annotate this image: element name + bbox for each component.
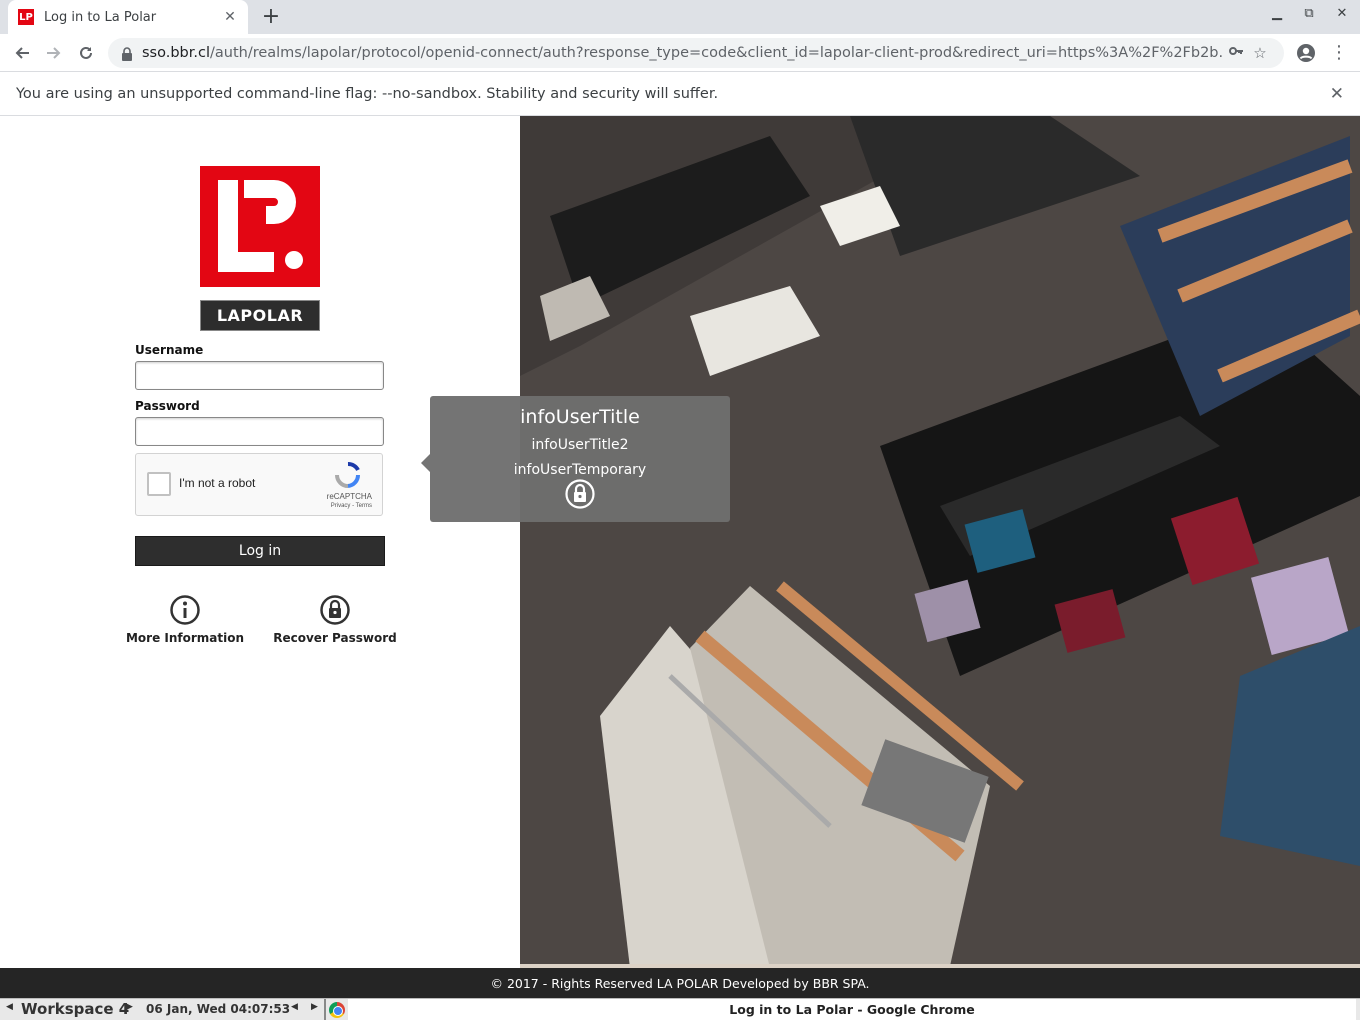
store-hero-image	[520, 116, 1360, 968]
tooltip-padlock-icon	[565, 479, 595, 509]
browser-tab-strip: LP Log in to La Polar ✕ + ▁ ⧉ ✕	[0, 0, 1360, 34]
password-label: Password	[135, 399, 200, 413]
page-footer: © 2017 - Rights Reserved LA POLAR Develo…	[0, 968, 1360, 998]
forward-arrow-icon	[47, 47, 61, 59]
tooltip-title: infoUserTitle	[520, 406, 640, 428]
workspace-next-icon[interactable]: ▶	[126, 1002, 133, 1012]
profile-button[interactable]	[1293, 40, 1319, 66]
recover-password-link[interactable]: Recover Password	[265, 594, 405, 645]
info-user-tooltip: infoUserTitle infoUserTitle2 infoUserTem…	[421, 396, 730, 522]
profile-avatar-icon	[1297, 44, 1315, 62]
login-panel: LAPOLAR Username Password I'm not a robo…	[0, 116, 520, 968]
workspace-prev-icon[interactable]: ◀	[6, 1002, 13, 1012]
tab-title: Log in to La Polar	[44, 9, 157, 25]
recaptcha-brand: reCAPTCHA	[326, 492, 372, 501]
browser-toolbar: sso.bbr.cl/auth/realms/lapolar/protocol/…	[0, 34, 1360, 72]
tooltip-temporary: infoUserTemporary	[513, 462, 647, 478]
recaptcha-checkbox[interactable]	[147, 472, 171, 496]
recaptcha-logo-icon	[334, 461, 362, 493]
chrome-icon	[329, 1002, 345, 1018]
recaptcha-widget: I'm not a robot reCAPTCHA Privacy - Term…	[135, 453, 383, 516]
key-icon[interactable]	[1224, 43, 1248, 63]
login-button[interactable]: Log in	[135, 536, 385, 566]
taskbar-clock: 06 Jan, Wed 04:07:53	[146, 1002, 291, 1016]
la-polar-favicon-icon: LP	[18, 9, 34, 25]
padlock-icon	[320, 595, 350, 625]
more-information-label: More Information	[125, 631, 245, 645]
username-label: Username	[135, 343, 204, 357]
taskbar-divider	[324, 999, 326, 1020]
lock-icon	[120, 46, 134, 61]
taskbar-window-title[interactable]: Log in to La Polar - Google Chrome	[348, 999, 1356, 1020]
recaptcha-terms-link[interactable]: Privacy - Terms	[331, 503, 372, 509]
username-input[interactable]	[135, 361, 384, 390]
reload-icon	[80, 46, 92, 59]
workspace-label: Workspace 4	[21, 1000, 130, 1018]
tooltip-subtitle: infoUserTitle2	[531, 437, 629, 453]
login-page: LAPOLAR Username Password I'm not a robo…	[0, 116, 1360, 968]
minimize-icon[interactable]: ▁	[1267, 6, 1287, 21]
infobar-message: You are using an unsupported command-lin…	[16, 85, 719, 102]
infobar-close-icon[interactable]: ✕	[1330, 84, 1344, 104]
password-input[interactable]	[135, 417, 384, 446]
back-arrow-icon	[15, 47, 29, 59]
back-button[interactable]	[9, 40, 35, 66]
browser-menu-icon[interactable]: ⋮	[1330, 42, 1348, 63]
browser-tab[interactable]: LP Log in to La Polar ✕	[8, 0, 248, 34]
desktop-taskbar: ◀ Workspace 4 ▶ 06 Jan, Wed 04:07:53 ◀ ▶…	[0, 998, 1360, 1020]
brand-wordmark: LAPOLAR	[200, 300, 320, 331]
bookmark-star-icon[interactable]: ☆	[1248, 44, 1272, 62]
info-icon	[170, 595, 200, 625]
tab-close-icon[interactable]: ✕	[222, 9, 238, 25]
reload-button[interactable]	[73, 40, 99, 66]
address-bar[interactable]: sso.bbr.cl/auth/realms/lapolar/protocol/…	[108, 38, 1284, 68]
sandbox-warning-infobar: You are using an unsupported command-lin…	[0, 72, 1360, 116]
recover-password-label: Recover Password	[273, 631, 397, 645]
window-close-icon[interactable]: ✕	[1332, 6, 1352, 21]
new-tab-button[interactable]: +	[258, 4, 284, 30]
forward-button[interactable]	[41, 40, 67, 66]
window-prev-icon[interactable]: ◀	[291, 1002, 298, 1012]
restore-icon[interactable]: ⧉	[1299, 6, 1319, 21]
recaptcha-label: I'm not a robot	[179, 476, 256, 490]
url-text: sso.bbr.cl/auth/realms/lapolar/protocol/…	[142, 45, 1224, 61]
window-next-icon[interactable]: ▶	[311, 1002, 318, 1012]
la-polar-logo-icon	[200, 166, 320, 287]
more-information-link[interactable]: More Information	[115, 594, 255, 645]
